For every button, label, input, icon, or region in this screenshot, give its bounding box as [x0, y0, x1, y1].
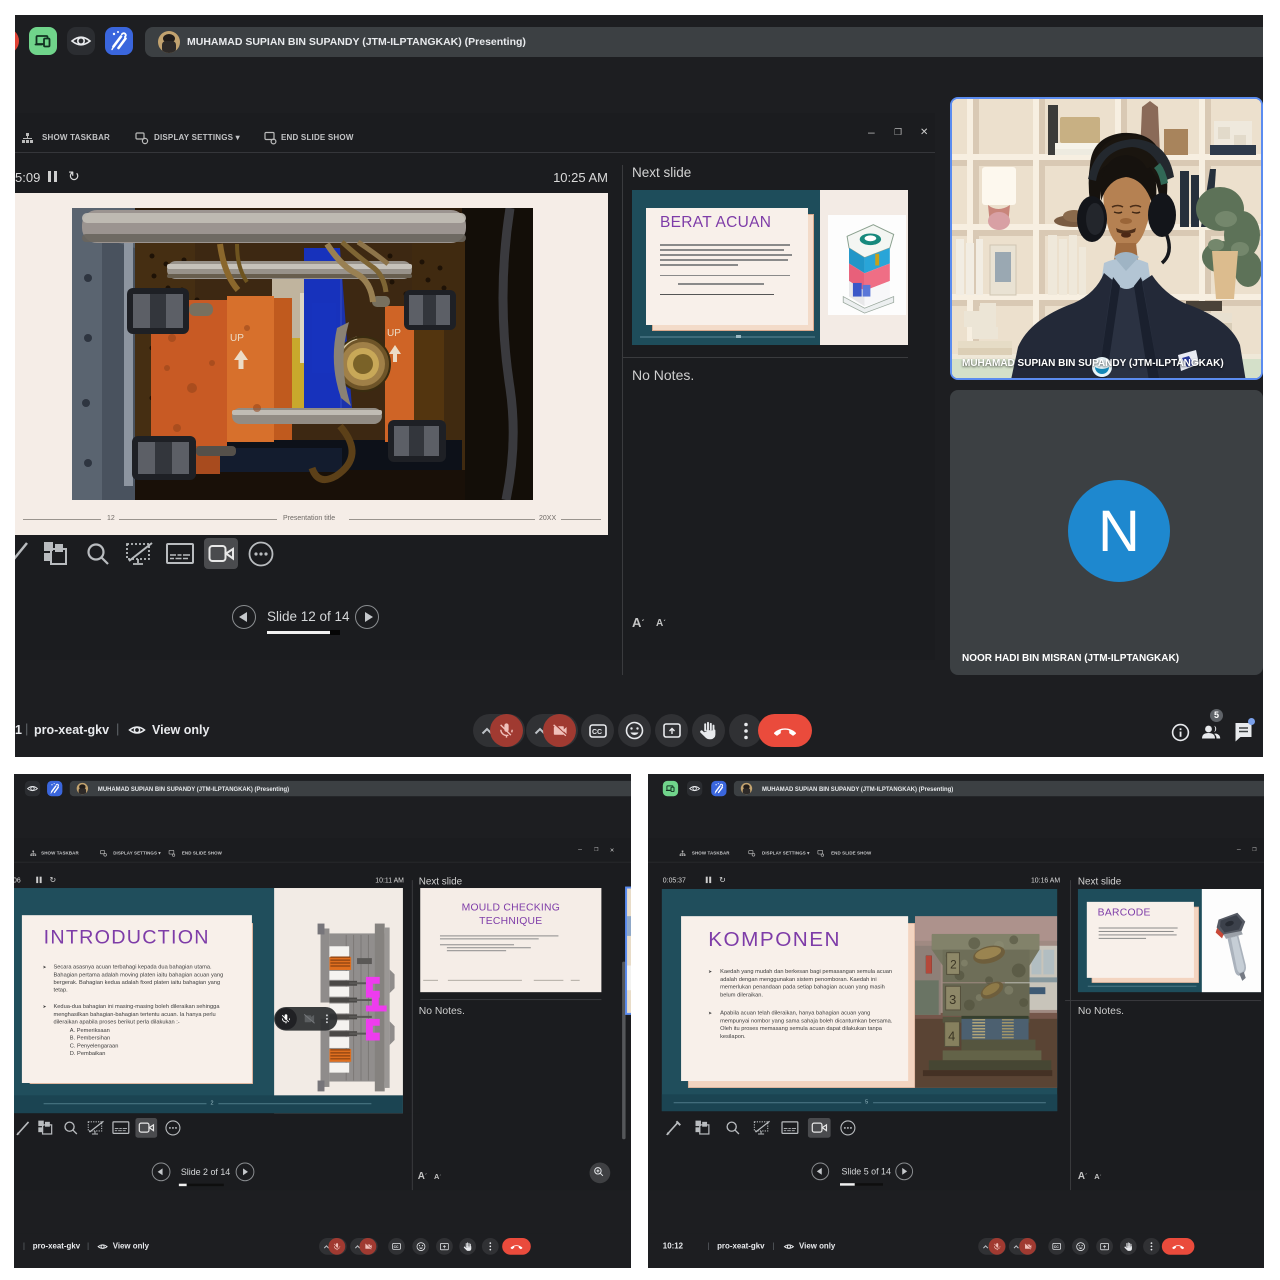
svg-text:CC: CC: [592, 729, 602, 736]
svg-text:2: 2: [950, 957, 957, 971]
svg-text:UP: UP: [387, 328, 401, 339]
svg-text:3: 3: [949, 992, 956, 1007]
svg-text:UP: UP: [230, 333, 244, 344]
svg-text:CC: CC: [394, 1245, 399, 1249]
svg-text:4: 4: [948, 1029, 955, 1044]
svg-text:CC: CC: [1054, 1245, 1059, 1249]
